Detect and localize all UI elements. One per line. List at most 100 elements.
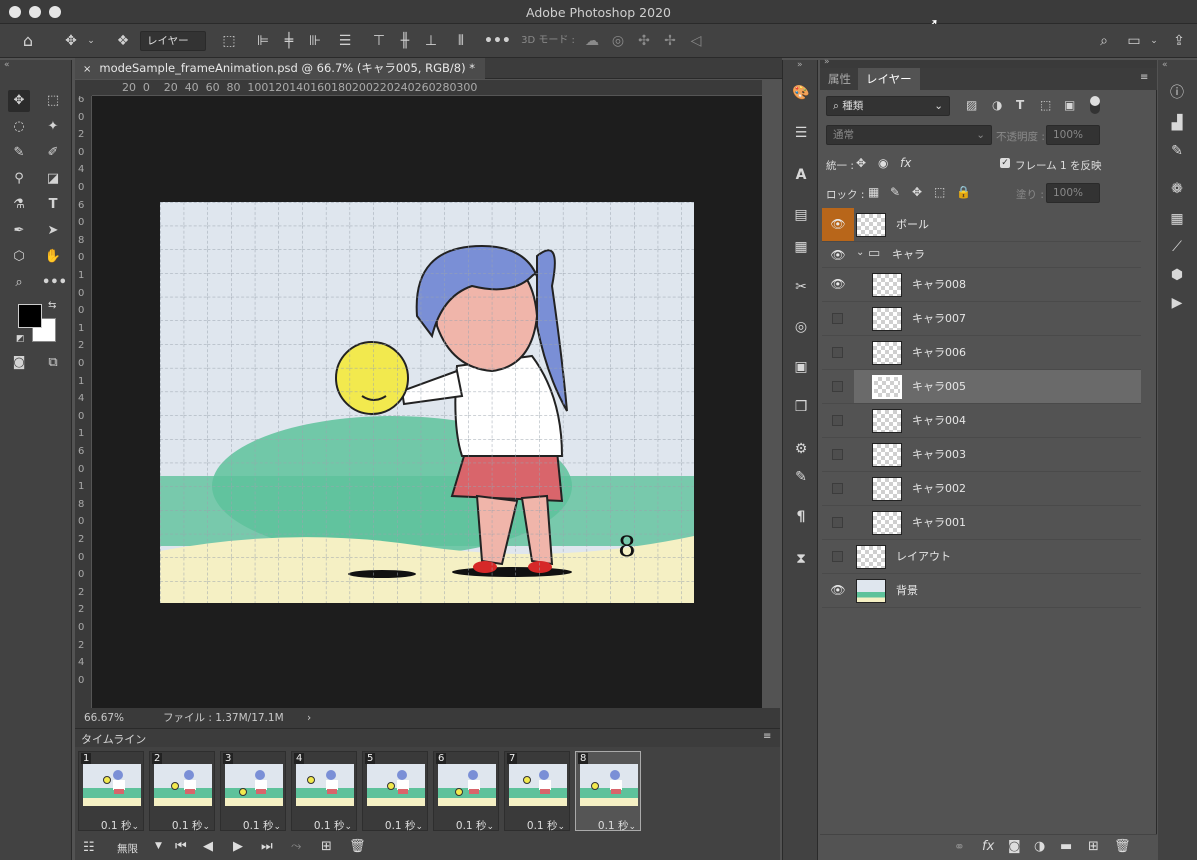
layer-name[interactable]: 背景 (896, 574, 918, 608)
frame-delay[interactable]: 0.1 秒⌄ (576, 818, 640, 833)
frame-delay[interactable]: 0.1 秒⌄ (363, 818, 427, 833)
first-frame-icon[interactable]: ⏮ (175, 839, 187, 854)
layer-name[interactable]: キャラ001 (912, 506, 966, 540)
visibility-toggle[interactable] (822, 370, 854, 403)
brush-settings-icon[interactable]: ✎ (790, 466, 812, 488)
convert-timeline-icon[interactable]: ☷ (83, 840, 95, 855)
loop-option[interactable]: 無限 (117, 841, 138, 856)
align-left-icon[interactable]: ⊫ (254, 31, 272, 51)
pen-tool-icon[interactable]: ✒ (8, 220, 30, 242)
type-tool-icon[interactable]: T (42, 194, 64, 216)
history-icon[interactable]: ⧗ (790, 548, 812, 570)
layer-name[interactable]: キャラ007 (912, 302, 966, 336)
right-collapse-icon[interactable]: « (1162, 60, 1168, 70)
timeline-frame[interactable]: 1 0.1 秒⌄ (78, 751, 144, 833)
stamp-tool-icon[interactable]: ⚲ (8, 168, 30, 190)
panel-menu-icon[interactable]: ≡ (1140, 72, 1148, 83)
visibility-toggle[interactable] (822, 404, 854, 437)
foreground-color-swatch[interactable] (18, 304, 42, 328)
paths-icon[interactable]: ⟋ (1166, 236, 1188, 258)
layer-name[interactable]: キャラ006 (912, 336, 966, 370)
canvas-area[interactable]: 8 (92, 96, 762, 708)
layer-row[interactable]: キャラ003 (822, 438, 1141, 472)
more-tools-icon[interactable]: ••• (42, 272, 67, 294)
swap-colors-icon[interactable]: ⇆ (48, 300, 56, 311)
canvas-artwork[interactable] (92, 96, 762, 708)
shape-filter-icon[interactable]: ⬚ (1040, 98, 1051, 112)
frame-delay[interactable]: 0.1 秒⌄ (292, 818, 356, 833)
timeline-frame[interactable]: 3 0.1 秒⌄ (220, 751, 286, 832)
3d-icon[interactable]: ⬢ (1166, 264, 1188, 286)
clone-source-icon[interactable]: ▣ (790, 356, 812, 378)
expand-icon[interactable]: » (797, 60, 803, 70)
character-style-icon[interactable]: ☰ (790, 122, 812, 144)
paragraph-styles-icon[interactable]: ▤ (790, 204, 812, 226)
layer-name[interactable]: キャラ005 (912, 370, 966, 404)
share-icon[interactable]: ⇪ (1168, 31, 1190, 51)
layer-row[interactable]: キャラ004 (822, 404, 1141, 438)
timeline-menu-icon[interactable]: ≡ (763, 731, 771, 742)
opacity-field[interactable]: 100% (1046, 125, 1100, 145)
group-chevron-icon[interactable]: ⌄ (856, 247, 864, 258)
paragraph-icon[interactable]: ¶ (790, 506, 812, 528)
visibility-eye-icon[interactable]: 👁 (822, 242, 854, 268)
lock-image-icon[interactable]: ✎ (890, 185, 900, 199)
visibility-toggle[interactable] (822, 472, 854, 505)
lock-all-icon[interactable]: 🔒 (956, 185, 971, 199)
visibility-eye-icon[interactable]: 👁 (822, 574, 854, 607)
lasso-tool-icon[interactable]: ◌ (8, 116, 30, 138)
transform-controls-icon[interactable]: ⬚ (218, 31, 240, 51)
distribute-icon[interactable]: ☰ (336, 31, 354, 51)
layer-name[interactable]: レイアウト (896, 540, 951, 574)
lock-transparent-icon[interactable]: ▦ (868, 185, 879, 199)
lock-artboard-icon[interactable]: ⬚ (934, 185, 945, 199)
pixel-filter-icon[interactable]: ▨ (966, 98, 977, 112)
layer-mask-icon[interactable]: ◙ (1008, 839, 1021, 854)
timeline-frame[interactable]: 6 0.1 秒⌄ (433, 751, 499, 833)
layer-row[interactable]: 👁 背景 (822, 574, 1141, 608)
visibility-eye-icon[interactable]: 👁 (822, 268, 854, 301)
delete-frame-icon[interactable]: 🗑 (349, 839, 366, 854)
link-layers-icon[interactable]: ⚭ (954, 840, 965, 855)
actions-icon[interactable]: ▶ (1166, 292, 1188, 314)
align-right-icon[interactable]: ⊪ (306, 31, 324, 51)
home-icon[interactable]: ⌂ (16, 31, 40, 51)
distribute-spacing-icon[interactable]: ⫴ (452, 31, 470, 51)
layer-row[interactable]: キャラ007 (822, 302, 1141, 336)
workspace-chevron-icon[interactable]: ⌄ (1148, 31, 1160, 51)
layer-name[interactable]: キャラ002 (912, 472, 966, 506)
timeline-frame[interactable]: 7 0.1 秒⌄ (504, 751, 570, 833)
dodge-tool-icon[interactable]: ⚗ (8, 194, 30, 216)
tab-properties[interactable]: 属性 (820, 68, 859, 90)
magic-wand-icon[interactable]: ✦ (42, 116, 64, 138)
notes-icon[interactable]: ✎ (1166, 140, 1188, 162)
layer-name[interactable]: キャラ008 (912, 268, 966, 302)
frame-delay[interactable]: 0.1 秒⌄ (434, 818, 498, 833)
align-bottom-icon[interactable]: ⊥ (422, 31, 440, 51)
glyphs-icon[interactable]: ▦ (790, 236, 812, 258)
move-tool-icon[interactable]: ✥ (58, 31, 84, 51)
auto-select-icon[interactable]: ❖ (112, 31, 134, 51)
brush-tool-icon[interactable]: ✐ (42, 142, 64, 164)
filter-toggle[interactable] (1090, 96, 1100, 114)
screen-mode-icon[interactable]: ⧉ (42, 352, 64, 374)
swatches-icon[interactable]: ▦ (1166, 208, 1188, 230)
layer-name[interactable]: キャラ004 (912, 404, 966, 438)
play-icon[interactable]: ▶ (233, 839, 243, 854)
frame-delay[interactable]: 0.1 秒⌄ (505, 818, 569, 833)
layer-select-dropdown[interactable]: レイヤー ⌄ (140, 31, 206, 65)
layer-row[interactable]: 👁 キャラ008 (822, 268, 1141, 302)
unify-visibility-icon[interactable]: ◉ (878, 156, 888, 170)
frame-delay[interactable]: 0.1 秒⌄ (79, 818, 143, 833)
shape-tool-icon[interactable]: ⬡ (8, 246, 30, 268)
timeline-frame[interactable]: 8 0.1 秒⌄ (575, 751, 641, 833)
duplicate-frame-icon[interactable]: ⊞ (321, 839, 332, 854)
layer-row[interactable]: 👁 ボール (822, 208, 1141, 242)
workspace-icon[interactable]: ▭ (1124, 31, 1144, 51)
status-menu-icon[interactable]: › (307, 708, 311, 728)
visibility-toggle[interactable] (822, 506, 854, 539)
tab-layers[interactable]: レイヤー (858, 68, 920, 90)
more-options-icon[interactable]: ••• (484, 31, 511, 51)
layer-group-row[interactable]: 👁 ⌄ ▭ キャラ (822, 242, 1141, 268)
align-middle-icon[interactable]: ╫ (396, 31, 414, 51)
